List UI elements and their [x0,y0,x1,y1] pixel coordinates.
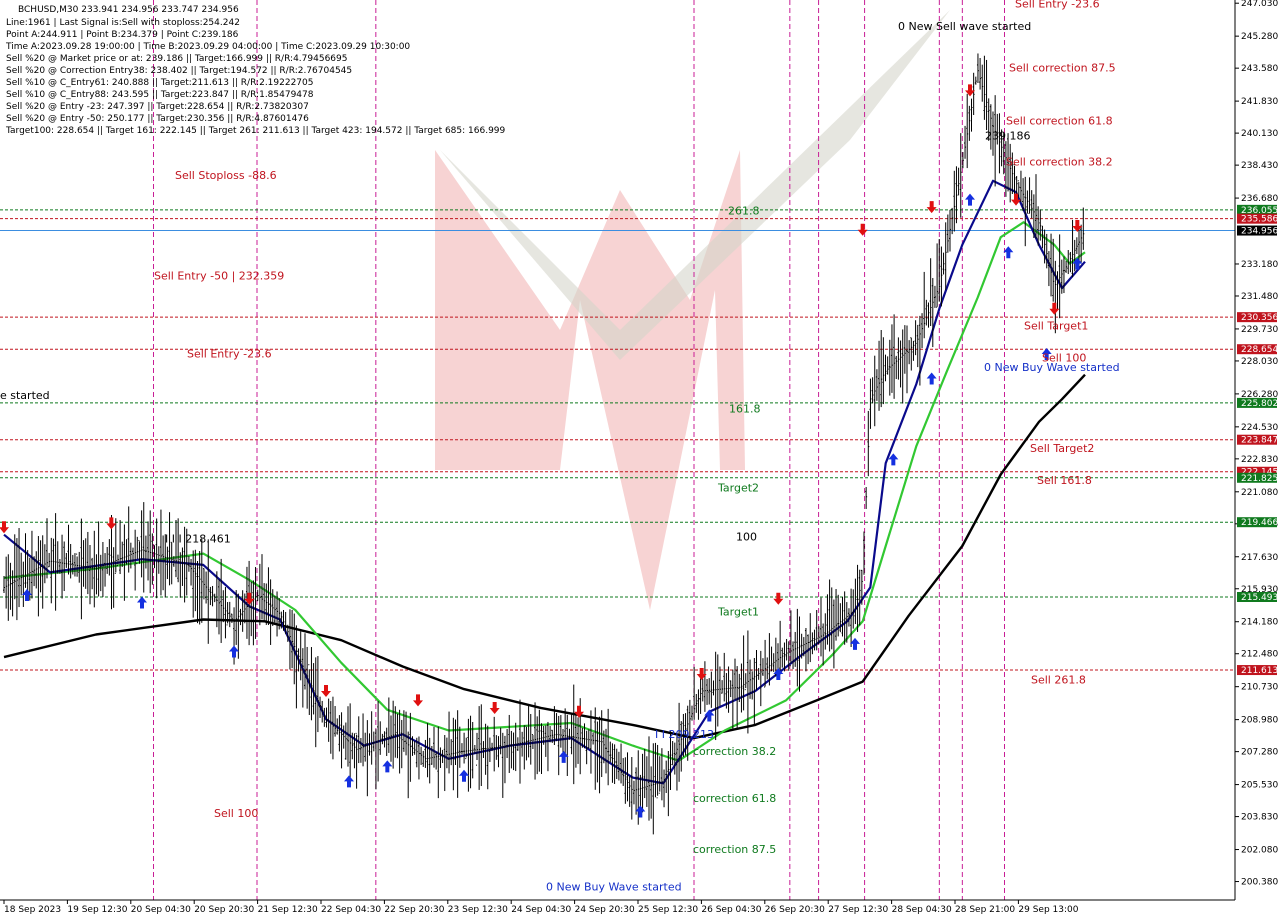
price-tick-label: 229.730 [1241,325,1278,335]
price-tag-label: 219.466 [1241,518,1278,528]
time-tick-label: 24 Sep 20:30 [575,905,635,915]
price-tick-label: 240.130 [1241,129,1278,139]
price-tick-label: 243.580 [1241,64,1278,74]
price-tick-label: 214.180 [1241,618,1278,628]
chart-annotation: 261.8 [728,205,760,218]
chart-annotation: 239.186 [985,129,1031,142]
chart-annotation: Sell Target1 [1024,319,1088,332]
time-tick-label: 20 Sep 20:30 [194,905,254,915]
chart-annotation: Sell correction 87.5 [1009,62,1116,75]
chart-annotation: 0 New Sell wave started [898,20,1031,33]
price-tick-label: 231.480 [1241,292,1278,302]
info-line: Point A:244.911 | Point B:234.379 | Poin… [6,30,239,40]
price-tag-label: 228.654 [1241,345,1278,355]
price-tick-label: 238.430 [1241,161,1278,171]
time-tick-label: 23 Sep 12:30 [448,905,508,915]
time-tick-label: 26 Sep 20:30 [765,905,825,915]
price-tick-label: 241.830 [1241,97,1278,107]
price-tick-label: 200.380 [1241,878,1278,888]
time-tick-label: 24 Sep 04:30 [511,905,571,915]
chart-annotation: I I 209.213 [655,728,714,741]
price-tick-label: 236.680 [1241,194,1278,204]
chart-annotation: Target1 [717,606,759,619]
price-tag-label: 235.586 [1241,215,1278,225]
price-tick-label: 207.280 [1241,748,1278,758]
time-tick-label: 19 Sep 12:30 [67,905,127,915]
time-tick-label: 28 Sep 21:00 [955,905,1015,915]
price-tick-label: 247.030 [1241,0,1278,9]
chart-annotation: correction 38.2 [693,745,776,758]
chart-annotation: correction 87.5 [693,843,776,856]
price-chart-svg: Sell Stoploss -88.6 Sell Entry -50 | 232.… [0,0,1280,920]
time-tick-label: 21 Sep 12:30 [258,905,318,915]
price-tick-label: 245.280 [1241,32,1278,42]
time-tick-label: 22 Sep 20:30 [384,905,444,915]
time-tick-label: 18 Sep 2023 [4,905,61,915]
chart-annotation: Sell Entry -50 | 232.359 [154,269,284,282]
info-line: Time A:2023.09.28 19:00:00 | Time B:2023… [5,42,410,52]
chart-annotation: 100 [736,530,757,543]
price-tag-label: 230.356 [1241,313,1278,323]
price-tag-label: 223.847 [1241,436,1278,446]
price-tick-label: 233.180 [1241,260,1278,270]
price-tick-label: 221.080 [1241,488,1278,498]
chart-annotation: Sell Entry -23.6 [187,348,272,361]
time-tick-label: 25 Sep 12:30 [638,905,698,915]
info-line: Sell %10 @ C_Entry61: 240.888 || Target:… [6,78,314,88]
price-tick-label: 217.630 [1241,553,1278,563]
price-tick-label: 210.730 [1241,683,1278,693]
info-line: Sell %20 @ Entry -23: 247.397 || Target:… [6,102,309,112]
price-tag-label: 221.825 [1241,474,1278,484]
time-tick-label: 26 Sep 04:30 [701,905,761,915]
price-tick-label: 212.480 [1241,650,1278,660]
symbol-line: BCHUSD,M30 233.941 234.956 233.747 234.9… [18,5,239,15]
chart-annotation: e started [0,389,50,402]
chart-annotation: Sell Target2 [1030,442,1094,455]
price-tick-label: 228.030 [1241,357,1278,367]
price-tick-label: 222.830 [1241,455,1278,465]
chart-annotation: correction 61.8 [693,792,776,805]
chart-annotation: Sell Entry -23.6 [1015,0,1100,11]
chart-annotation: I I I 218.461 [165,532,231,545]
price-tag-label: 225.802 [1241,399,1278,409]
chart-annotation: Sell correction 38.2 [1006,156,1113,169]
trading-chart: Sell Stoploss -88.6 Sell Entry -50 | 232.… [0,0,1280,920]
info-line: Sell %10 @ C_Entry88: 243.595 || Target:… [6,90,314,100]
price-tick-label: 202.080 [1241,846,1278,856]
time-tick-label: 29 Sep 13:00 [1018,905,1078,915]
price-tick-label: 205.530 [1241,781,1278,791]
time-tick-label: 22 Sep 04:30 [321,905,381,915]
info-line: Line:1961 | Last Signal is:Sell with sto… [6,18,240,28]
price-tick-label: 224.530 [1241,423,1278,433]
chart-annotation: Sell 261.8 [1031,673,1086,686]
chart-annotation: 161.8 [729,402,761,415]
info-line: Sell %20 @ Correction Entry38: 238.402 |… [6,66,352,76]
chart-annotation: Target2 [717,481,759,494]
time-tick-label: 27 Sep 12:30 [828,905,888,915]
info-line: Sell %20 @ Market price or at: 239.186 |… [6,54,347,64]
chart-annotation: Sell 161.8 [1037,474,1092,487]
price-tag-label: 215.493 [1241,593,1278,603]
info-line: Target100: 228.654 || Target 161: 222.14… [5,126,506,136]
chart-annotation: 0 New Buy Wave started [546,881,682,894]
time-tick-label: 20 Sep 04:30 [131,905,191,915]
chart-annotation: Sell Stoploss -88.6 [175,169,277,182]
chart-annotation: 0 New Buy Wave started [984,361,1120,374]
price-tick-label: 203.830 [1241,813,1278,823]
chart-annotation: Sell 100 [214,807,258,820]
info-line: Sell %20 @ Entry -50: 250.177 || Target:… [6,114,309,124]
price-tick-label: 208.980 [1241,716,1278,726]
time-tick-label: 28 Sep 04:30 [892,905,952,915]
price-tag-label: 234.956 [1241,227,1278,237]
chart-annotation: Sell correction 61.8 [1006,114,1113,127]
price-tag-label: 211.613 [1241,666,1278,676]
